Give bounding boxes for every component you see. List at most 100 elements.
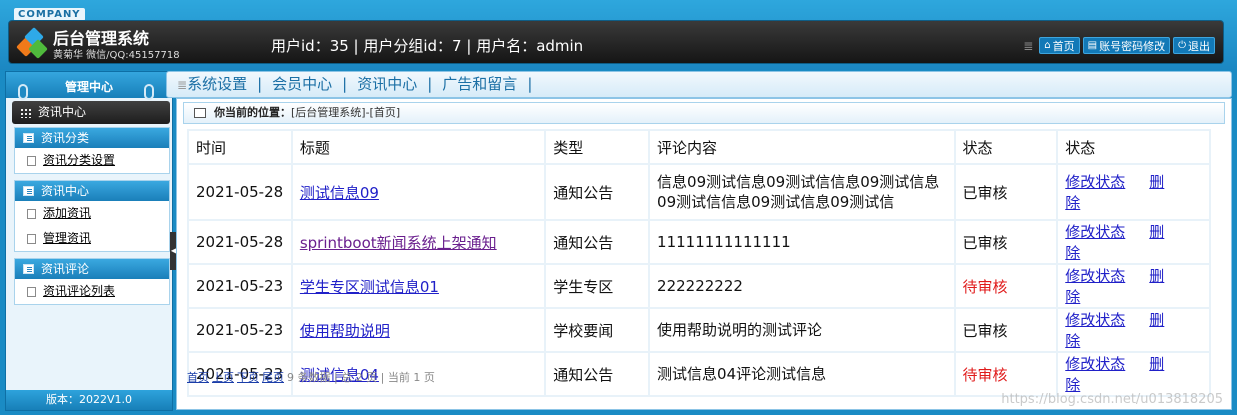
menu-group-header[interactable]: 资讯中心: [15, 181, 169, 201]
column-header: 标题: [290, 129, 547, 165]
edit-status-link[interactable]: 修改状态: [1065, 173, 1125, 191]
main-content: 你当前的位置：[后台管理系统]-[首页] 时间 标题 类型 评论内容 状态 状态…: [176, 98, 1232, 410]
list-icon: [23, 133, 34, 143]
first-page-link[interactable]: 首页: [187, 371, 209, 384]
group-title: 资讯中心: [41, 184, 90, 198]
hook-icon: [18, 84, 28, 100]
menu-group-comments: 资讯评论 资讯评论列表: [14, 258, 170, 305]
table-row: 2021-05-28 sprintboot新闻系统上架通知 通知公告 11111…: [187, 219, 1211, 265]
grip-icon: ≣: [177, 78, 188, 92]
cell-time: 2021-05-28: [187, 219, 293, 265]
cell-status: 待审核: [953, 351, 1059, 397]
prev-page-link[interactable]: 上页: [212, 371, 234, 384]
password-label: 账号密码修改: [1099, 39, 1166, 53]
cell-time: 2021-05-23: [187, 263, 293, 309]
nav-system-settings[interactable]: 系统设置: [187, 75, 247, 93]
sidebar-item-add-news[interactable]: 添加资讯: [15, 201, 169, 226]
comments-table: 时间 标题 类型 评论内容 状态 状态 2021-05-28 测试信息09 通知…: [187, 129, 1211, 397]
page-icon: [27, 209, 36, 219]
cell-comment: 信息09测试信息09测试信信息09测试信息09测试信信息09测试信息09测试信: [648, 163, 956, 221]
author-info: 黄菊华 微信/QQ:45157718: [53, 50, 180, 61]
home-icon: ⌂: [1044, 40, 1051, 51]
list-icon: [23, 186, 34, 196]
cell-type: 学生专区: [544, 263, 651, 309]
news-title-link[interactable]: 使用帮助说明: [300, 322, 390, 340]
nav-separator: |: [427, 75, 433, 93]
pagination: 首页 上页 下页 尾页 9 条数据 | 总 2 页 | 当前 1 页: [187, 369, 435, 385]
edit-status-link[interactable]: 修改状态: [1065, 267, 1125, 285]
nav-separator: |: [257, 75, 263, 93]
news-title-link[interactable]: 学生专区测试信息01: [300, 278, 439, 296]
column-header: 状态: [953, 129, 1059, 165]
edit-status-link[interactable]: 修改状态: [1065, 355, 1125, 373]
header-bar: 后台管理系统 黄菊华 微信/QQ:45157718 用户id：35 | 用户分组…: [8, 20, 1224, 64]
page-icon: [27, 287, 36, 297]
nav-news-center[interactable]: 资讯中心: [357, 75, 417, 93]
sidebar-item-manage-news[interactable]: 管理资讯: [15, 226, 169, 251]
user-info: 用户id：35 | 用户分组id：7 | 用户名：admin: [271, 37, 584, 55]
grid-icon: [20, 108, 32, 118]
nav-separator: |: [342, 75, 348, 93]
sidebar-item-label: 资讯评论列表: [43, 284, 116, 298]
list-icon: [23, 264, 34, 274]
breadcrumb-path: [后台管理系统]-[首页]: [291, 106, 401, 119]
page-icon: [27, 156, 36, 166]
logout-button[interactable]: ⏻ 退出: [1173, 37, 1215, 54]
table-row: 2021-05-23 学生专区测试信息01 学生专区 222222222 待审核…: [187, 263, 1211, 309]
table-row: 2021-05-28 测试信息09 通知公告 信息09测试信息09测试信信息09…: [187, 163, 1211, 221]
column-header: 评论内容: [648, 129, 956, 165]
window-icon: [194, 108, 206, 118]
last-page-link[interactable]: 尾页: [262, 371, 284, 384]
column-header: 类型: [544, 129, 651, 165]
cell-comment: 222222222: [648, 263, 956, 309]
table-row: 2021-05-23 使用帮助说明 学校要闻 使用帮助说明的测试评论 已审核 修…: [187, 307, 1211, 353]
edit-status-link[interactable]: 修改状态: [1065, 311, 1125, 329]
sidebar-item-comment-list[interactable]: 资讯评论列表: [15, 279, 169, 304]
menu-group-header[interactable]: 资讯分类: [15, 128, 169, 148]
header-actions: ≣ ⌂ 首页 ▤ 账号密码修改 ⏻ 退出: [1023, 37, 1215, 54]
nav-ads-messages[interactable]: 广告和留言: [442, 75, 517, 93]
breadcrumb: 你当前的位置：[后台管理系统]-[首页]: [183, 102, 1225, 124]
sidebar-item-label: 管理资讯: [43, 231, 92, 245]
column-header: 状态: [1056, 129, 1211, 165]
sidebar-item-label: 添加资讯: [43, 206, 92, 220]
sidebar-active-label: 资讯中心: [38, 105, 87, 119]
cell-comment: 11111111111111: [648, 219, 956, 265]
sidebar-active-item[interactable]: 资讯中心: [12, 101, 170, 124]
news-title-link[interactable]: sprintboot新闻系统上架通知: [300, 234, 497, 252]
group-title: 资讯评论: [41, 262, 90, 276]
watermark: https://blog.csdn.net/u013818205: [1001, 392, 1223, 407]
cell-status: 已审核: [953, 307, 1059, 353]
cell-type: 通知公告: [544, 351, 651, 397]
next-page-link[interactable]: 下页: [237, 371, 259, 384]
edit-status-link[interactable]: 修改状态: [1065, 223, 1125, 241]
cell-time: 2021-05-23: [187, 307, 293, 353]
top-nav: ≣系统设置 | 会员中心 | 资讯中心 | 广告和留言 |: [166, 71, 1232, 98]
sidebar-item-category-settings[interactable]: 资讯分类设置: [15, 148, 169, 173]
column-header: 时间: [187, 129, 293, 165]
sidebar-item-label: 资讯分类设置: [43, 153, 116, 167]
home-button[interactable]: ⌂ 首页: [1039, 37, 1080, 54]
breadcrumb-label: 你当前的位置：: [214, 106, 291, 119]
page-icon: [27, 234, 36, 244]
news-title-link[interactable]: 测试信息09: [300, 184, 379, 202]
grip-icon: ≣: [1023, 38, 1034, 53]
logo-cubes-icon: [16, 27, 48, 59]
menu-group-category: 资讯分类 资讯分类设置: [14, 127, 170, 174]
menu-group-news: 资讯中心 添加资讯 管理资讯: [14, 180, 170, 252]
cell-comment: 使用帮助说明的测试评论: [648, 307, 956, 353]
nav-separator: |: [527, 75, 533, 93]
sidebar: 管理中心 资讯中心 资讯分类 资讯分类设置 资讯中心 添加资讯 管理资讯 资讯评…: [5, 71, 173, 411]
cell-status: 已审核: [953, 163, 1059, 221]
app-header: COMPANY 后台管理系统 黄菊华 微信/QQ:45157718 用户id：3…: [0, 0, 1237, 70]
version-label: 版本：2022V1.0: [6, 390, 172, 410]
hook-icon: [144, 84, 154, 100]
home-label: 首页: [1052, 39, 1075, 53]
cell-status: 已审核: [953, 219, 1059, 265]
nav-member-center[interactable]: 会员中心: [272, 75, 332, 93]
change-password-button[interactable]: ▤ 账号密码修改: [1082, 37, 1171, 54]
menu-group-header[interactable]: 资讯评论: [15, 259, 169, 279]
pagination-summary: 9 条数据 | 总 2 页 | 当前 1 页: [287, 371, 435, 384]
logout-label: 退出: [1188, 39, 1210, 53]
cell-status: 待审核: [953, 263, 1059, 309]
